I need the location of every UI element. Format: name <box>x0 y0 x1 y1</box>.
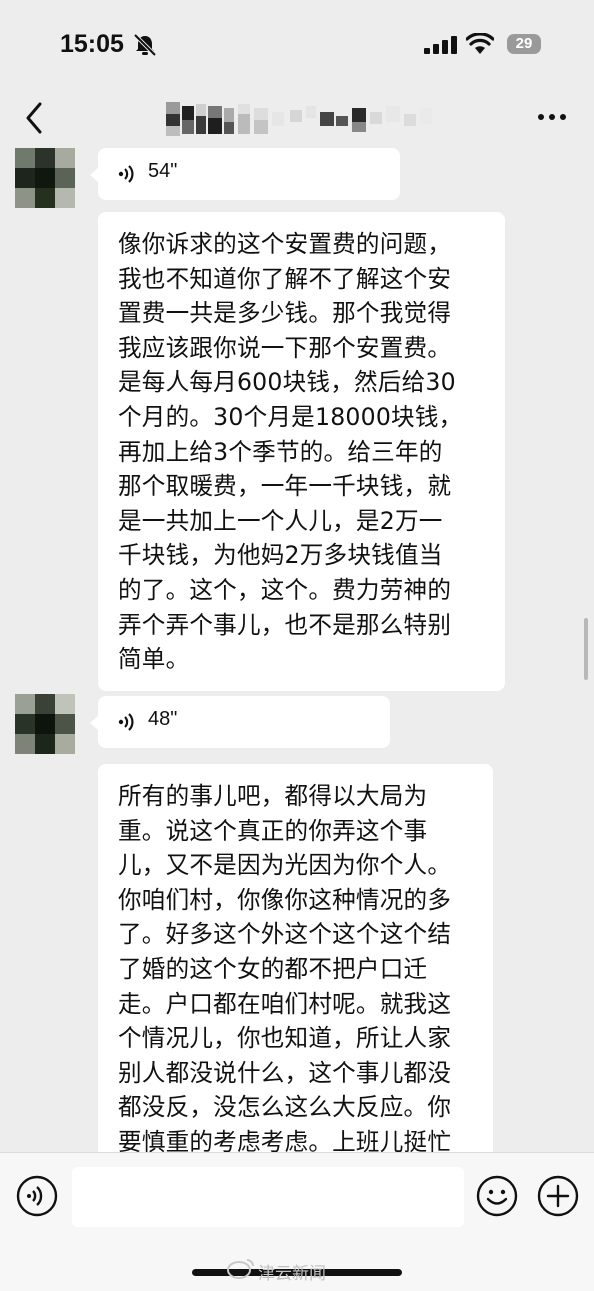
message-line: 所有的事儿吧，都得以大局为 <box>118 782 428 810</box>
chat-title-pixelated <box>166 102 432 136</box>
voice-message[interactable]: 48" <box>90 696 390 748</box>
message-line: 了。好多这个外这个这个这个结 <box>118 920 452 949</box>
avatar[interactable] <box>15 694 75 754</box>
text-message[interactable]: 所有的事儿吧，都得以大局为 重。说这个真正的你弄这个事 儿，又不是因为光因为你个… <box>98 764 493 1152</box>
message-line: 你咱们村，你像你这种情况的多 <box>118 885 452 914</box>
chat-header <box>0 88 594 148</box>
more-dots-icon[interactable] <box>537 112 567 122</box>
input-bar: 津云新闻 <box>0 1152 594 1291</box>
message-line: 儿，又不是因为光因为你个人。 <box>118 851 452 880</box>
battery-icon: 29 <box>507 34 541 54</box>
message-line: 简单。 <box>118 645 190 674</box>
message-line: 别人都没说什么，这个事儿都没 <box>118 1058 452 1087</box>
status-bar: 15:05 29 <box>0 0 594 88</box>
message-input[interactable] <box>72 1167 464 1227</box>
text-message[interactable]: 像你诉求的这个安置费的问题， 我也不知道你了解不了解这个安 置费一共是多少钱。那… <box>98 212 505 691</box>
message-line: 个月的。30个月是18000块钱， <box>118 402 463 431</box>
message-line: 置费一共是多少钱。那个我觉得 <box>118 299 452 328</box>
message-line: 是每人每月600块钱，然后给30 <box>118 368 456 397</box>
message-line: 我也不知道你了解不了解这个安 <box>118 264 452 293</box>
message-line: 的了。这个，这个。费力劳神的 <box>118 575 452 604</box>
message-line: 弄个弄个事儿，也不是那么特别 <box>118 610 452 639</box>
voice-message[interactable]: 54" <box>90 148 400 200</box>
avatar[interactable] <box>15 148 75 208</box>
message-line: 都没反，没怎么这么大反应。你 <box>118 1093 452 1122</box>
emoji-icon[interactable] <box>476 1175 518 1217</box>
voice-input-icon[interactable] <box>16 1175 58 1217</box>
mute-bell-icon <box>133 33 157 57</box>
message-line: 那个取暖费，一年一千块钱，就 <box>118 472 452 501</box>
message-line: 是一共加上一个人儿，是2万一 <box>118 506 443 535</box>
message-line: 走。户口都在咱们村呢。就我这 <box>118 989 452 1018</box>
voice-wave-icon <box>118 165 134 183</box>
chevron-left-icon[interactable] <box>22 100 46 136</box>
message-line: 了婚的这个女的都不把户口迁 <box>118 954 428 983</box>
scrollbar[interactable] <box>584 618 588 680</box>
message-line: 个情况儿，你也知道，所让人家 <box>118 1024 452 1053</box>
message-line: 我应该跟你说一下那个安置费。 <box>118 333 452 362</box>
message-line: 再加上给3个季节的。给三年的 <box>118 437 443 466</box>
plus-icon[interactable] <box>537 1175 579 1217</box>
voice-duration: 48" <box>148 708 178 730</box>
voice-wave-icon <box>118 713 134 731</box>
weibo-logo-icon <box>227 1259 254 1279</box>
signal-icon <box>424 36 457 54</box>
message-line: 像你诉求的这个安置费的问题， <box>118 230 452 258</box>
message-line: 要慎重的考虑考虑。上班儿挺忙 <box>118 1127 452 1152</box>
message-line: 重。说这个真正的你弄这个事 <box>118 816 428 845</box>
message-line: 千块钱，为他妈2万多块钱值当 <box>118 541 443 570</box>
status-time: 15:05 <box>60 30 124 58</box>
wifi-icon <box>466 33 494 54</box>
message-list[interactable]: 54" 像你诉求的这个安置费的问题， 我也不知道你了解不了解这个安 置费一共是多… <box>0 148 594 1152</box>
voice-duration: 54" <box>148 160 178 182</box>
watermark: 津云新闻 <box>258 1264 326 1283</box>
